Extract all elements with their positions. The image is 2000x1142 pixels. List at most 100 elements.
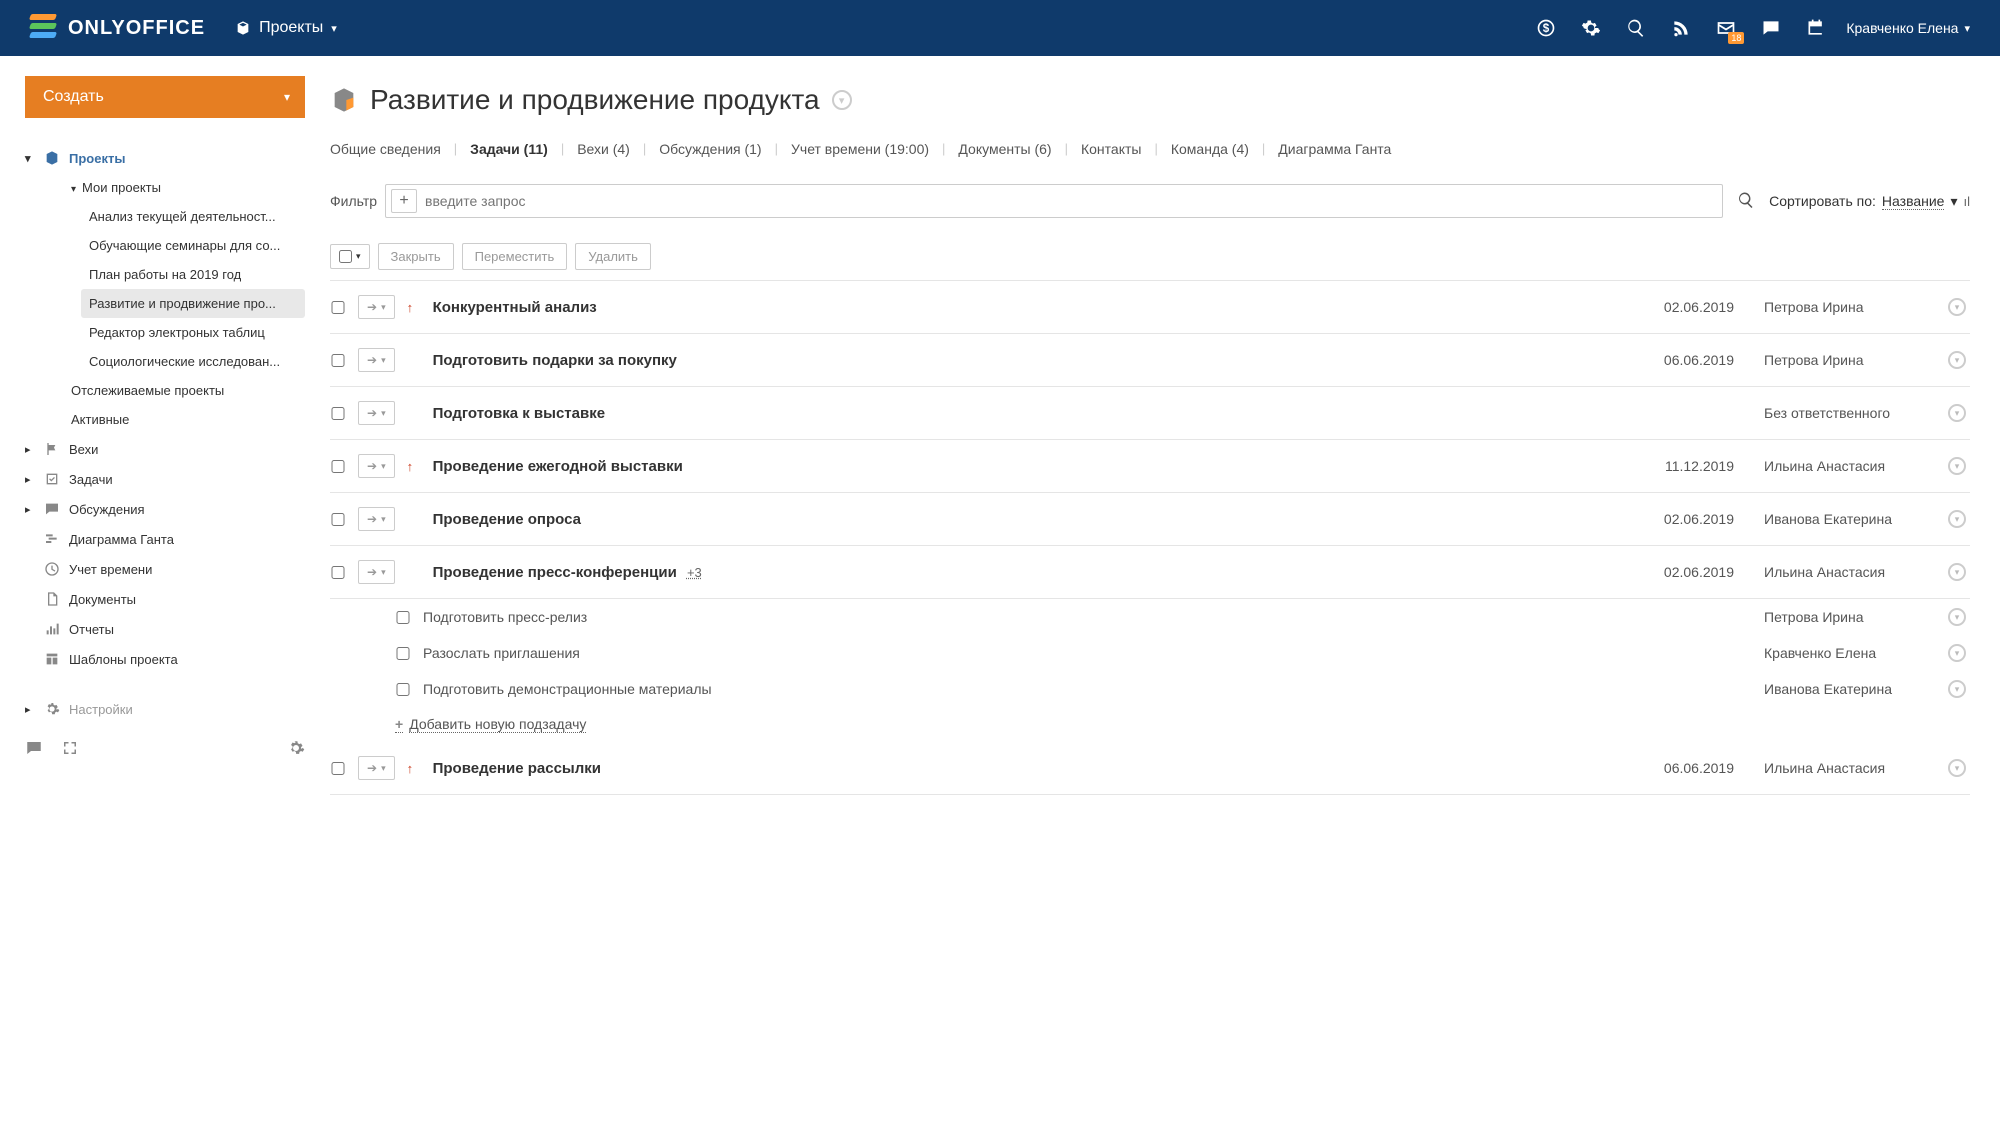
tab-contacts[interactable]: Контакты (1081, 136, 1141, 162)
task-menu-button[interactable]: ▾ (1948, 404, 1970, 422)
task-title[interactable]: Подготовить подарки за покупку (433, 352, 1622, 369)
tab-gantt[interactable]: Диаграмма Ганта (1278, 136, 1391, 162)
project-item[interactable]: Обучающие семинары для со... (81, 231, 305, 260)
task-title[interactable]: Конкурентный анализ (433, 299, 1622, 316)
subtask-count[interactable]: +3 (687, 565, 702, 580)
gear-icon[interactable] (1581, 18, 1601, 38)
subtask-menu-button[interactable]: ▾ (1948, 644, 1970, 662)
tab-overview[interactable]: Общие сведения (330, 136, 441, 162)
sidebar-item-templates[interactable]: Шаблоны проекта (25, 644, 305, 674)
task-checkbox[interactable] (330, 301, 346, 314)
project-item[interactable]: Социологические исследован... (81, 347, 305, 376)
priority-icon: ↑ (407, 459, 421, 474)
chevron-down-icon: ▾ (1964, 22, 1970, 35)
tab-milestones[interactable]: Вехи (4) (577, 136, 630, 162)
filter-add-button[interactable]: + (391, 189, 417, 213)
header-toolbar: $ 18 (1536, 18, 1826, 38)
chat-icon[interactable] (1761, 18, 1781, 38)
subtask-menu-button[interactable]: ▾ (1948, 680, 1970, 698)
select-all-checkbox[interactable]: ▾ (330, 244, 370, 269)
gantt-icon (43, 530, 61, 548)
task-move-button[interactable]: ➔ ▾ (358, 560, 395, 584)
project-tabs: Общие сведения| Задачи (11)| Вехи (4)| О… (330, 136, 1970, 162)
task-checkbox[interactable] (330, 513, 346, 526)
task-checkbox[interactable] (330, 407, 346, 420)
task-title[interactable]: Проведение пресс-конференции +3 (433, 564, 1622, 581)
subtask-title[interactable]: Разослать приглашения (423, 645, 1734, 661)
task-move-button[interactable]: ➔ ▾ (358, 756, 395, 780)
bulk-delete-button[interactable]: Удалить (575, 243, 651, 270)
subtask-checkbox[interactable] (395, 647, 411, 660)
gear-icon[interactable] (287, 739, 305, 757)
add-subtask-button[interactable]: + Добавить новую подзадачу (395, 707, 1970, 742)
task-menu-button[interactable]: ▾ (1948, 351, 1970, 369)
module-selector[interactable]: Проекты ▾ (235, 19, 337, 37)
task-title[interactable]: Подготовка к выставке (433, 405, 1622, 422)
task-menu-button[interactable]: ▾ (1948, 457, 1970, 475)
subtask-checkbox[interactable] (395, 611, 411, 624)
search-icon[interactable] (1626, 18, 1646, 38)
sidebar-item-my-projects[interactable]: Мои проекты (61, 173, 305, 202)
subtask-title[interactable]: Подготовить пресс-релиз (423, 609, 1734, 625)
task-move-button[interactable]: ➔ ▾ (358, 295, 395, 319)
subtask-title[interactable]: Подготовить демонстрационные материалы (423, 681, 1734, 697)
task-move-button[interactable]: ➔ ▾ (358, 454, 395, 478)
sidebar-item-active[interactable]: Активные (61, 405, 305, 434)
sidebar-item-tracked[interactable]: Отслеживаемые проекты (61, 376, 305, 405)
tab-team[interactable]: Команда (4) (1171, 136, 1249, 162)
sidebar-item-time[interactable]: Учет времени (25, 554, 305, 584)
task-title[interactable]: Проведение ежегодной выставки (433, 458, 1622, 475)
tab-discussions[interactable]: Обсуждения (1) (659, 136, 761, 162)
task-move-button[interactable]: ➔ ▾ (358, 401, 395, 425)
task-checkbox[interactable] (330, 354, 346, 367)
filter-input[interactable] (425, 193, 1722, 209)
sidebar-item-reports[interactable]: Отчеты (25, 614, 305, 644)
task-assignee: Ильина Анастасия (1746, 458, 1936, 474)
expand-icon[interactable] (61, 739, 79, 757)
feed-icon[interactable] (1671, 18, 1691, 38)
sidebar-item-projects[interactable]: Проекты (25, 143, 305, 173)
create-button[interactable]: Создать (25, 76, 305, 118)
mail-icon[interactable]: 18 (1716, 18, 1736, 38)
task-menu-button[interactable]: ▾ (1948, 298, 1970, 316)
sidebar-item-milestones[interactable]: Вехи (25, 434, 305, 464)
sort-direction-icon[interactable]: ▾ (1950, 193, 1957, 210)
brand-logo[interactable]: ONLYOFFICE (30, 14, 205, 42)
subtask-menu-button[interactable]: ▾ (1948, 608, 1970, 626)
title-dropdown-icon[interactable]: ▾ (832, 90, 852, 110)
tab-tasks[interactable]: Задачи (11) (470, 136, 548, 162)
task-move-button[interactable]: ➔ ▾ (358, 507, 395, 531)
filter-label: Фильтр (330, 193, 377, 209)
project-item[interactable]: Редактор электроных таблиц (81, 318, 305, 347)
task-move-button[interactable]: ➔ ▾ (358, 348, 395, 372)
project-item[interactable]: План работы на 2019 год (81, 260, 305, 289)
task-checkbox[interactable] (330, 566, 346, 579)
current-user[interactable]: Кравченко Елена ▾ (1846, 20, 1970, 36)
sidebar-item-settings[interactable]: Настройки (25, 694, 305, 724)
sidebar-item-tasks[interactable]: Задачи (25, 464, 305, 494)
sidebar-item-docs[interactable]: Документы (25, 584, 305, 614)
bulk-move-button[interactable]: Переместить (462, 243, 568, 270)
task-checkbox[interactable] (330, 762, 346, 775)
tab-time[interactable]: Учет времени (19:00) (791, 136, 929, 162)
bulk-close-button[interactable]: Закрыть (378, 243, 454, 270)
calendar-icon[interactable] (1806, 18, 1826, 38)
task-menu-button[interactable]: ▾ (1948, 563, 1970, 581)
sidebar: Создать Проекты Мои проекты Анализ текущ… (0, 56, 320, 815)
sort-control[interactable]: Сортировать по: Название ▾ ıl (1769, 193, 1970, 210)
sort-order-icon[interactable]: ıl (1964, 194, 1971, 209)
tab-docs[interactable]: Документы (6) (958, 136, 1051, 162)
sidebar-item-discussions[interactable]: Обсуждения (25, 494, 305, 524)
task-menu-button[interactable]: ▾ (1948, 759, 1970, 777)
chat-icon[interactable] (25, 739, 43, 757)
task-checkbox[interactable] (330, 460, 346, 473)
project-item-active[interactable]: Развитие и продвижение про... (81, 289, 305, 318)
filter-search-button[interactable] (1731, 191, 1761, 212)
present-icon[interactable]: $ (1536, 18, 1556, 38)
task-title[interactable]: Проведение рассылки (433, 760, 1622, 777)
project-item[interactable]: Анализ текущей деятельност... (81, 202, 305, 231)
subtask-checkbox[interactable] (395, 683, 411, 696)
task-title[interactable]: Проведение опроса (433, 511, 1622, 528)
task-menu-button[interactable]: ▾ (1948, 510, 1970, 528)
sidebar-item-gantt[interactable]: Диаграмма Ганта (25, 524, 305, 554)
